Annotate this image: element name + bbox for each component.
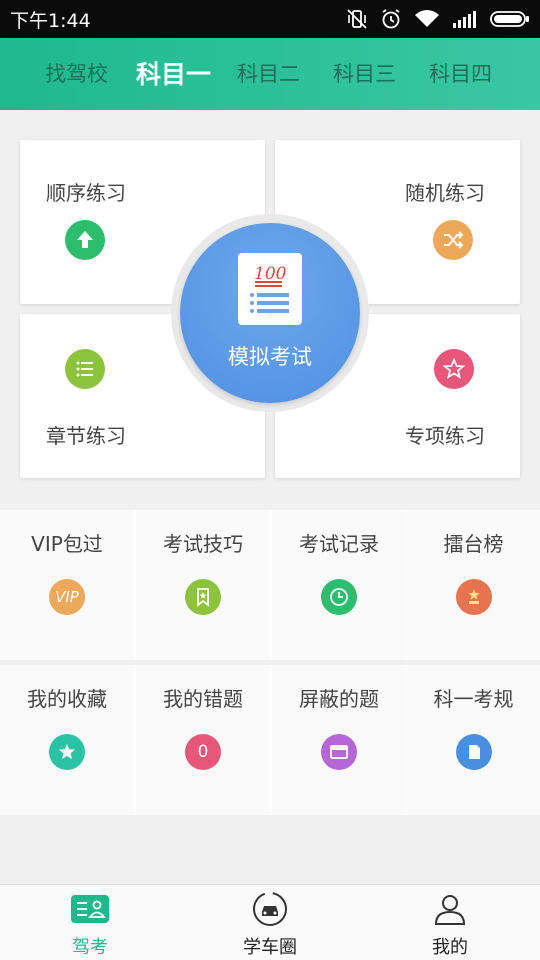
star-icon: [434, 349, 474, 389]
exam-rules-cell[interactable]: 科一考规: [407, 665, 540, 815]
tab-subject-two[interactable]: 科目二: [237, 58, 300, 88]
feature-grid-row-1: VIP包过 VIP 考试技巧 考试记录 擂台榜: [0, 510, 540, 660]
exam-tips-cell[interactable]: 考试技巧: [136, 510, 270, 660]
signal-icon: [452, 9, 478, 29]
leaderboard-cell[interactable]: 擂台榜: [407, 510, 540, 660]
feature-grid-row-2: 我的收藏 我的错题 0 屏蔽的题 科一考规: [0, 665, 540, 815]
vibrate-muted-icon: [346, 8, 368, 30]
vip-icon-text: VIP: [55, 588, 79, 606]
my-mistakes-cell[interactable]: 我的错题 0: [136, 665, 270, 815]
mistake-count: 0: [197, 742, 209, 762]
mock-exam-label: 模拟考试: [228, 345, 312, 369]
person-icon: [430, 893, 470, 925]
random-practice-label: 随机练习: [405, 181, 485, 205]
nav-mine-label: 我的: [432, 937, 468, 958]
nav-mine[interactable]: 我的: [360, 885, 540, 960]
mock-exam-button[interactable]: 100 模拟考试: [180, 223, 360, 403]
tab-driving-school[interactable]: 找驾校: [45, 58, 108, 88]
trophy-icon: [456, 579, 492, 615]
arrow-up-icon: [65, 220, 105, 260]
driving-test-icon: [70, 893, 110, 925]
wifi-icon: [414, 9, 440, 29]
nav-driving-test-label: 驾考: [72, 937, 108, 958]
shuffle-icon: [433, 220, 473, 260]
bookmark-icon: [185, 579, 221, 615]
alarm-icon: [380, 8, 402, 30]
tab-subject-three[interactable]: 科目三: [333, 58, 396, 88]
error-count-icon: 0: [185, 734, 221, 770]
chapter-practice-label: 章节练习: [46, 424, 126, 448]
subject-tabs: 找驾校 科目一 科目二 科目三 科目四: [0, 38, 540, 110]
status-icons: [346, 7, 530, 31]
sequential-practice-label: 顺序练习: [46, 181, 126, 205]
vip-pass-label: VIP包过: [31, 532, 103, 556]
star-icon: [49, 734, 85, 770]
vip-icon: VIP: [49, 579, 85, 615]
my-mistakes-label: 我的错题: [163, 687, 243, 711]
bottom-navigation: 驾考 学车圈 我的: [0, 884, 540, 960]
exam-records-cell[interactable]: 考试记录: [272, 510, 406, 660]
my-favorites-cell[interactable]: 我的收藏: [0, 665, 134, 815]
status-bar: 下午1:44: [0, 0, 540, 38]
nav-driving-test[interactable]: 驾考: [0, 885, 180, 960]
nav-car-circle[interactable]: 学车圈: [180, 885, 360, 960]
special-practice-label: 专项练习: [405, 424, 485, 448]
leaderboard-label: 擂台榜: [443, 532, 504, 556]
tab-subject-four[interactable]: 科目四: [429, 58, 492, 88]
car-circle-icon: [250, 892, 290, 926]
exam-records-label: 考试记录: [299, 532, 379, 556]
clock-icon: [321, 579, 357, 615]
exam-tips-label: 考试技巧: [163, 532, 243, 556]
exam-paper-icon: 100: [238, 253, 302, 325]
list-icon: [65, 349, 105, 389]
battery-icon: [490, 9, 530, 29]
blocked-questions-cell[interactable]: 屏蔽的题: [272, 665, 406, 815]
window-icon: [321, 734, 357, 770]
exam-rules-label: 科一考规: [433, 687, 514, 711]
my-favorites-label: 我的收藏: [27, 687, 107, 711]
blocked-questions-label: 屏蔽的题: [299, 687, 379, 711]
status-time: 下午1:44: [10, 10, 91, 32]
vip-pass-cell[interactable]: VIP包过 VIP: [0, 510, 134, 660]
nav-car-circle-label: 学车圈: [243, 937, 297, 958]
tab-subject-one[interactable]: 科目一: [136, 55, 211, 91]
rules-doc-icon: [456, 734, 492, 770]
